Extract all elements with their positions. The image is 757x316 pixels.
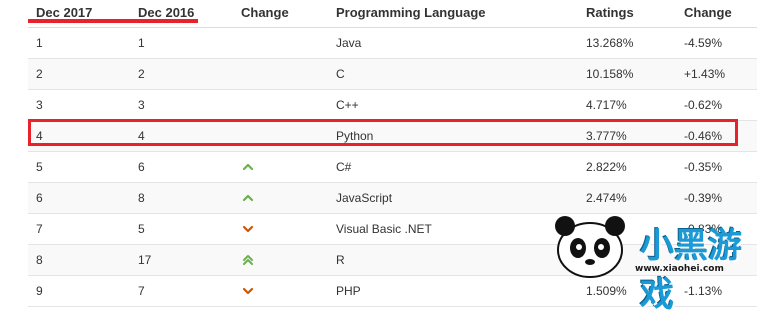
chevron-down-icon <box>242 285 254 297</box>
rank-2016-cell: 5 <box>138 222 145 236</box>
table-body: 1 1 Java 13.268% -4.59% 2 2 C 10.158% +1.43% 3 3 C++… <box>28 28 757 307</box>
header-programming-language[interactable]: Programming Language <box>336 0 486 26</box>
rank-2016-cell: 17 <box>138 253 152 267</box>
rating-cell: 2 <box>586 222 593 236</box>
rank-2017-cell: 9 <box>36 284 43 298</box>
chevron-up-icon <box>242 161 254 173</box>
rating-change-cell: -0.46% <box>684 129 723 143</box>
table-row: 9 7 PHP 1.509% -1.13% <box>28 276 757 307</box>
table-row: 6 8 JavaScript 2.474% -0.39% <box>28 183 757 214</box>
rank-2017-cell: 1 <box>36 36 43 50</box>
language-name-cell: R <box>336 253 345 267</box>
rank-2016-cell: 8 <box>138 191 145 205</box>
rating-cell: 2.474% <box>586 191 627 205</box>
rank-2017-cell: 5 <box>36 160 43 174</box>
rating-cell: 10.158% <box>586 67 634 81</box>
table-row: 8 17 R <box>28 245 757 276</box>
header-underline-annotation <box>28 19 198 23</box>
rank-2016-cell: 7 <box>138 284 145 298</box>
rating-change-cell: -0.39% <box>684 191 723 205</box>
table-row: 1 1 Java 13.268% -4.59% <box>28 28 757 59</box>
language-ranking-table: Dec 2017 Dec 2016 Change Programming Lan… <box>28 0 757 307</box>
rating-cell: 4.717% <box>586 98 627 112</box>
rating-cell: 3.777% <box>586 129 627 143</box>
rank-2016-cell: 1 <box>138 36 145 50</box>
table-row: 5 6 C# 2.822% -0.35% <box>28 152 757 183</box>
double-chevron-up-icon <box>242 254 254 266</box>
table-row: 7 5 Visual Basic .NET 2 -0.83% <box>28 214 757 245</box>
table-row: 4 4 Python 3.777% -0.46% <box>28 121 757 152</box>
table-row: 3 3 C++ 4.717% -0.62% <box>28 90 757 121</box>
chevron-up-icon <box>242 192 254 204</box>
rank-2017-cell: 6 <box>36 191 43 205</box>
rating-change-cell: -4.59% <box>684 36 723 50</box>
language-name-cell: C# <box>336 160 352 174</box>
rank-2017-cell: 8 <box>36 253 43 267</box>
chevron-down-icon <box>242 223 254 235</box>
rank-2017-cell: 4 <box>36 129 43 143</box>
rating-cell: 13.268% <box>586 36 634 50</box>
rating-cell: 1.509% <box>586 284 627 298</box>
rank-2017-cell: 3 <box>36 98 43 112</box>
rank-2016-cell: 3 <box>138 98 145 112</box>
rating-change-cell: -0.35% <box>684 160 723 174</box>
language-name-cell: Python <box>336 129 374 143</box>
rating-change-cell: +1.43% <box>684 67 726 81</box>
rank-2016-cell: 6 <box>138 160 145 174</box>
table-row: 2 2 C 10.158% +1.43% <box>28 59 757 90</box>
language-name-cell: Java <box>336 36 362 50</box>
rating-change-cell: -1.13% <box>684 284 723 298</box>
language-name-cell: C++ <box>336 98 359 112</box>
header-change[interactable]: Change <box>241 0 289 26</box>
rank-2017-cell: 2 <box>36 67 43 81</box>
rating-change-cell: -0.62% <box>684 98 723 112</box>
header-rating-change[interactable]: Change <box>684 0 732 26</box>
rank-2016-cell: 4 <box>138 129 145 143</box>
rating-change-cell: -0.83% <box>684 222 723 236</box>
language-name-cell: Visual Basic .NET <box>336 222 432 236</box>
language-name-cell: C <box>336 67 345 81</box>
language-name-cell: JavaScript <box>336 191 393 205</box>
header-ratings[interactable]: Ratings <box>586 0 634 26</box>
rank-2016-cell: 2 <box>138 67 145 81</box>
language-name-cell: PHP <box>336 284 361 298</box>
rating-cell: 2.822% <box>586 160 627 174</box>
rank-2017-cell: 7 <box>36 222 43 236</box>
table-header: Dec 2017 Dec 2016 Change Programming Lan… <box>28 0 757 28</box>
